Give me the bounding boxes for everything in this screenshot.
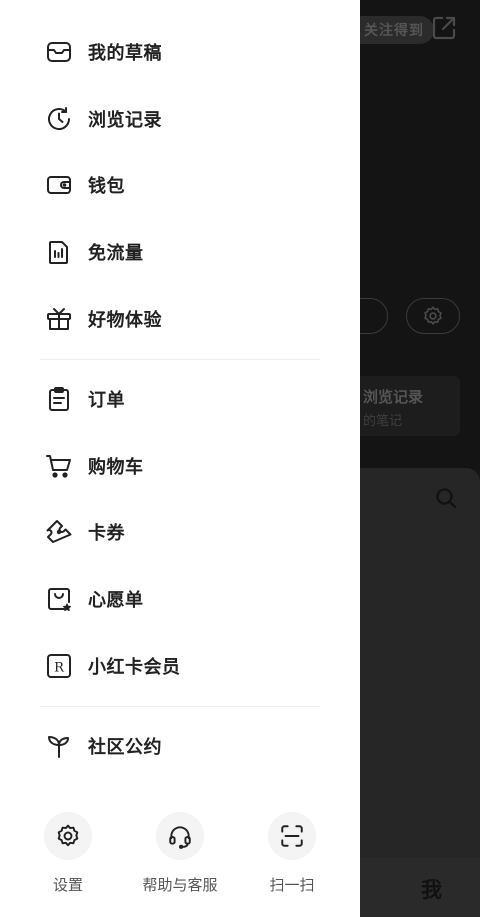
menu-item-coupons[interactable]: 卡券 (0, 499, 360, 566)
gift-icon (44, 304, 74, 334)
inbox-icon (44, 37, 74, 67)
menu-item-good-products[interactable]: 好物体验 (0, 285, 360, 352)
ticket-icon (44, 517, 74, 547)
background-card-sub: 的笔记 (363, 414, 403, 429)
menu-item-label: 心愿单 (88, 590, 144, 612)
menu-item-label: 小红卡会员 (88, 656, 181, 678)
cart-icon (44, 451, 74, 481)
background-settings-pill (406, 298, 460, 334)
settings-label: 设置 (52, 876, 83, 894)
side-drawer: 我的草稿 浏览记录 钱包 免流量 好物体验 订单 购物车 卡券 心愿单 R 小红… (0, 0, 360, 917)
menu-item-wallet[interactable]: 钱包 (0, 152, 360, 219)
menu-item-community-rules[interactable]: 社区公约 (0, 713, 360, 780)
menu-item-free-data[interactable]: 免流量 (0, 219, 360, 286)
r-card-icon: R (44, 651, 74, 681)
headset-icon (169, 826, 191, 849)
sprout-icon (44, 731, 74, 761)
menu-item-label: 订单 (88, 390, 125, 412)
settings-button[interactable]: 设置 (18, 812, 118, 895)
menu-item-history[interactable]: 浏览记录 (0, 86, 360, 153)
menu-item-label: 我的草稿 (88, 43, 162, 65)
menu-item-label: 浏览记录 (88, 109, 162, 131)
scan-circle (268, 812, 316, 860)
menu-item-label: 购物车 (88, 456, 144, 478)
menu-item-label: 社区公约 (88, 737, 162, 759)
background-card-title: 浏览记录 (363, 388, 424, 406)
settings-circle (44, 812, 92, 860)
drawer-menu: 我的草稿 浏览记录 钱包 免流量 好物体验 订单 购物车 卡券 心愿单 R 小红… (0, 19, 360, 780)
search-icon (436, 488, 457, 509)
scan-label: 扫一扫 (269, 876, 315, 894)
data-sim-icon (44, 237, 74, 267)
svg-text:R: R (54, 660, 65, 675)
scan-button[interactable]: 扫一扫 (242, 812, 342, 895)
menu-item-label: 钱包 (88, 176, 125, 198)
menu-item-cart[interactable]: 购物车 (0, 433, 360, 500)
history-clock-icon (44, 104, 74, 134)
tab-me: 我 (421, 878, 442, 902)
menu-item-label: 好物体验 (88, 309, 162, 331)
divider (40, 705, 320, 707)
help-label: 帮助与客服 (142, 876, 218, 894)
menu-item-drafts[interactable]: 我的草稿 (0, 19, 360, 86)
menu-item-orders[interactable]: 订单 (0, 366, 360, 433)
scan-icon (281, 825, 303, 847)
gear-icon (57, 824, 79, 847)
wishlist-bag-icon (44, 584, 74, 614)
menu-item-membership[interactable]: R 小红卡会员 (0, 632, 360, 699)
menu-item-label: 卡券 (88, 523, 125, 545)
wallet-icon (44, 170, 74, 200)
share-icon (432, 16, 456, 40)
help-circle (156, 812, 204, 860)
gear-icon (424, 306, 442, 326)
drawer-bottom-actions: 设置 帮助与客服 扫一扫 (0, 812, 360, 912)
divider (40, 358, 320, 360)
clipboard-icon (44, 384, 74, 414)
menu-item-wishlist[interactable]: 心愿单 (0, 566, 360, 633)
menu-item-label: 免流量 (88, 243, 144, 265)
help-button[interactable]: 帮助与客服 (130, 812, 230, 895)
